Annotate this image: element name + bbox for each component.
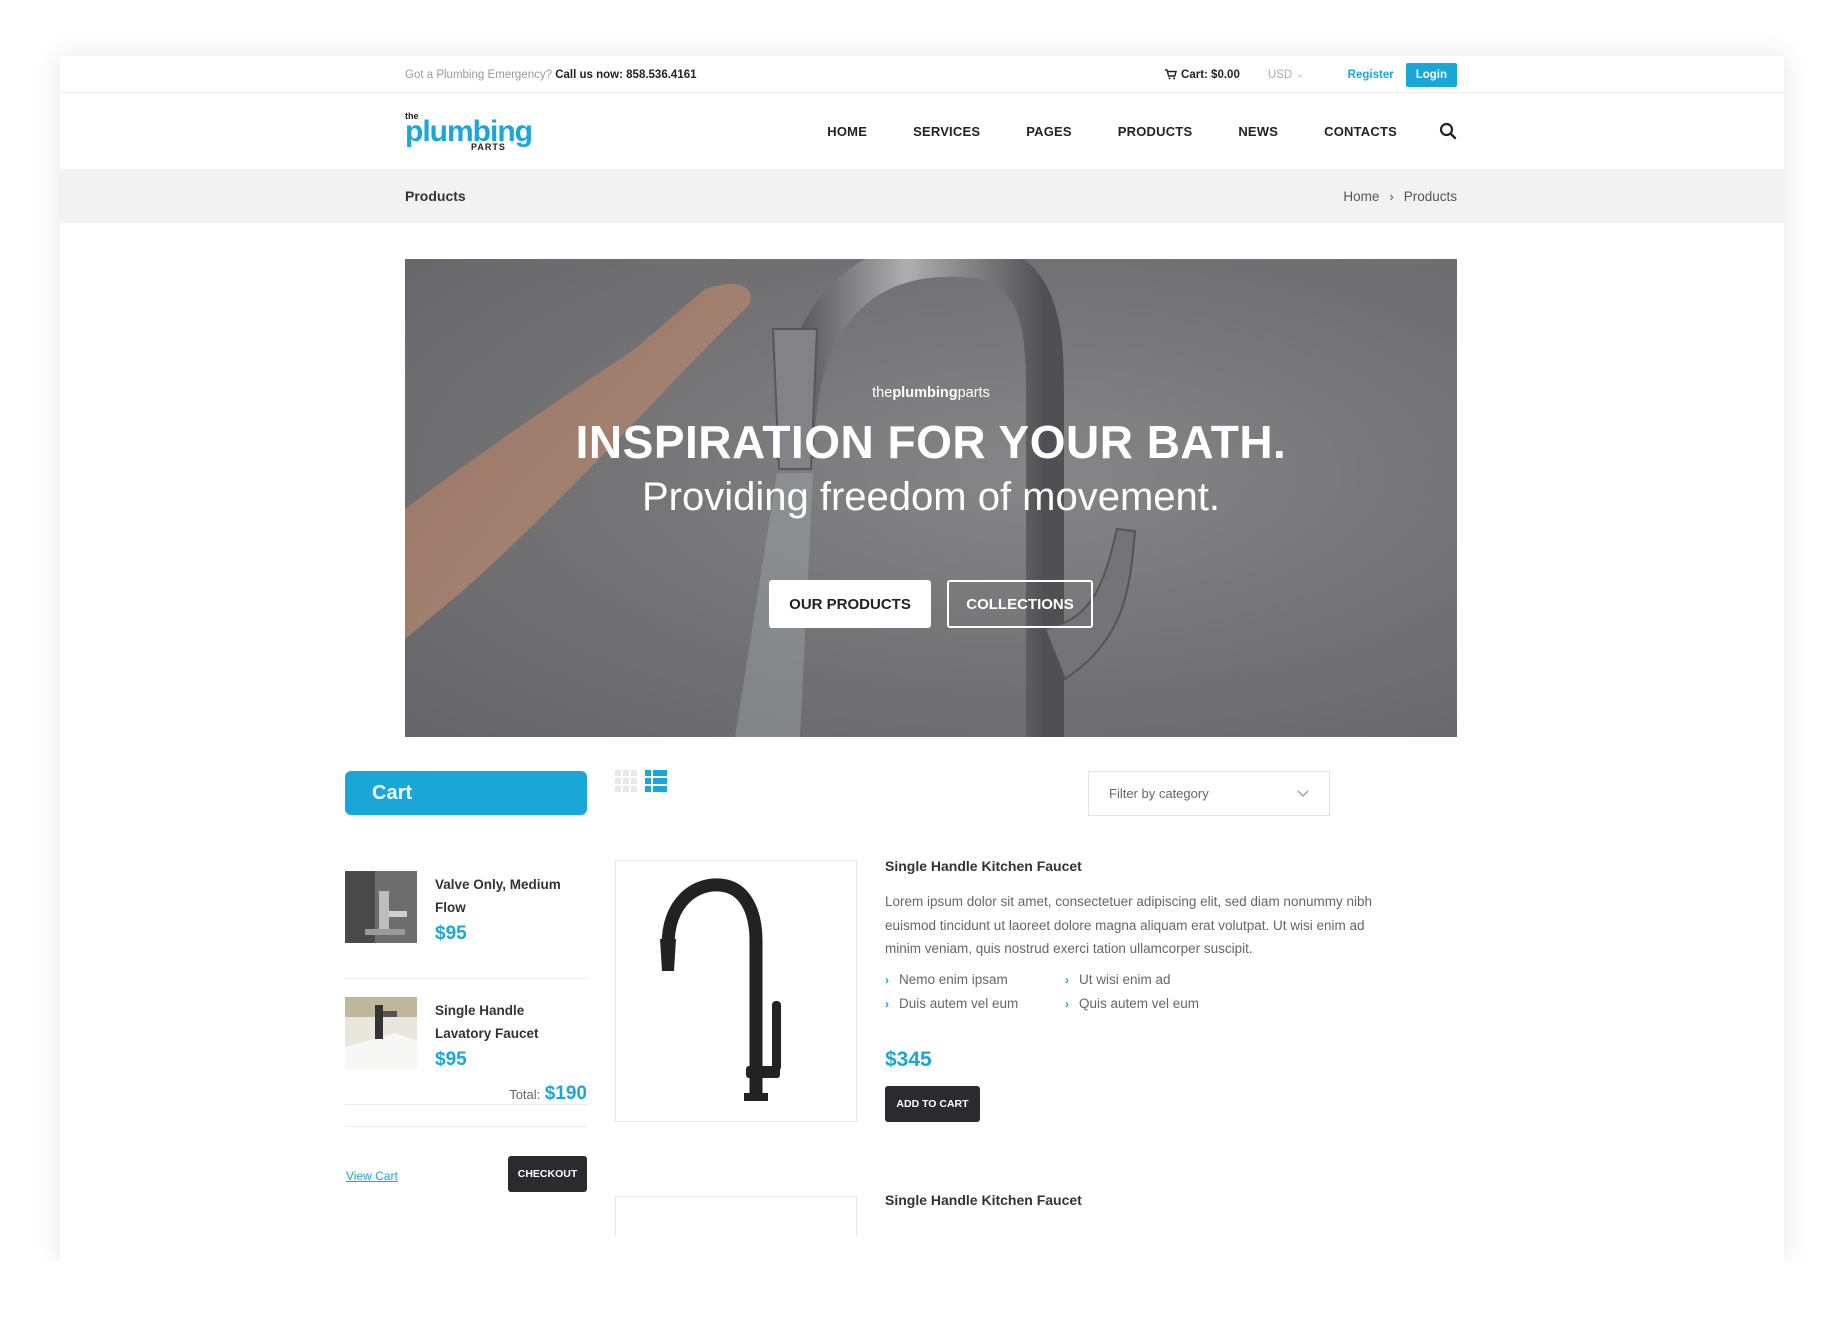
add-to-cart-button[interactable]: ADD TO CART <box>885 1086 980 1122</box>
chevron-right-icon: › <box>885 972 889 987</box>
top-actions: Cart: $0.00 USD ⌄ Register Login <box>1165 62 1457 87</box>
cart-icon <box>1165 69 1177 80</box>
hero-subheadline: Providing freedom of movement. <box>641 475 1221 519</box>
cart-item-thumbnail[interactable] <box>345 871 417 943</box>
mini-cart-link[interactable]: Cart: $0.00 <box>1165 69 1240 81</box>
chevron-right-icon: › <box>1065 996 1069 1011</box>
mini-cart-label: Cart: $0.00 <box>1181 68 1240 81</box>
feature-text: Ut wisi enim ad <box>1079 972 1171 987</box>
main-nav: HOME SERVICES PAGES PRODUCTS NEWS CONTAC… <box>781 122 1457 140</box>
grid-view-icon[interactable] <box>615 770 637 792</box>
emergency-text: Got a Plumbing Emergency? <box>405 68 553 81</box>
currency-select[interactable]: USD ⌄ <box>1268 69 1304 81</box>
hero-brand-prefix: the <box>872 385 893 401</box>
hero-headline: INSPIRATION FOR YOUR BATH. <box>575 416 1287 468</box>
our-products-button[interactable]: OUR PRODUCTS <box>769 580 931 628</box>
checkout-button[interactable]: CHECKOUT <box>508 1156 587 1192</box>
currency-value: USD <box>1267 68 1293 81</box>
list-view-icon[interactable] <box>645 770 667 792</box>
product-title[interactable]: Single Handle Kitchen Faucet <box>885 1192 1082 1208</box>
breadcrumb: Home › Products <box>1343 189 1457 204</box>
chevron-down-icon <box>1297 790 1309 797</box>
breadcrumb-home[interactable]: Home <box>1343 189 1379 204</box>
product-description: Lorem ipsum dolor sit amet, consectetuer… <box>885 894 1372 956</box>
chevron-right-icon: › <box>1065 972 1069 987</box>
nav-contacts[interactable]: CONTACTS <box>1324 124 1397 139</box>
nav-pages[interactable]: PAGES <box>1026 124 1072 139</box>
cart-item-price: $95 <box>435 923 467 944</box>
hero-buttons: OUR PRODUCTS COLLECTIONS <box>405 580 1457 628</box>
cart-total-value: $190 <box>544 1083 587 1104</box>
hero-brand-bold: plumbing <box>892 385 958 401</box>
page-frame: Got a Plumbing Emergency? Call us now: 8… <box>60 56 1784 1262</box>
product-image[interactable] <box>615 1196 857 1236</box>
hero-banner: theplumbingparts INSPIRATION FOR YOUR BA… <box>405 259 1457 737</box>
collections-button[interactable]: COLLECTIONS <box>947 580 1093 628</box>
logo-plumbing: plumbing <box>405 115 533 148</box>
search-icon[interactable] <box>1439 122 1457 140</box>
product-price: $345 <box>885 1048 932 1071</box>
breadcrumb-current: Products <box>1403 188 1457 204</box>
cart-item-thumbnail[interactable] <box>345 997 417 1069</box>
feature-item: › Nemo enim ipsam <box>885 972 1065 987</box>
top-bar: Got a Plumbing Emergency? Call us now: 8… <box>60 56 1784 93</box>
nav-products[interactable]: PRODUCTS <box>1118 124 1193 139</box>
nav-services[interactable]: SERVICES <box>913 124 980 139</box>
hero-brand-suffix: parts <box>957 385 990 401</box>
nav-news[interactable]: NEWS <box>1238 124 1278 139</box>
product-features: › Nemo enim ipsam › Ut wisi enim ad › Duis … <box>885 972 1245 1011</box>
cart-item[interactable]: Valve Only, Medium Flow $95 <box>345 871 587 979</box>
page-title: Products <box>405 188 466 204</box>
logo-parts: PARTS <box>471 142 506 152</box>
feature-text: Quis autem vel eum <box>1079 996 1200 1011</box>
page-bottom-margin <box>0 1262 1836 1320</box>
feature-text: Duis autem vel eum <box>899 996 1019 1011</box>
product-image[interactable] <box>615 860 857 1122</box>
feature-text: Nemo enim ipsam <box>899 972 1008 987</box>
product-title[interactable]: Single Handle Kitchen Faucet <box>885 858 1082 874</box>
cart-total-label: Total: <box>509 1087 541 1102</box>
chevron-right-icon: › <box>885 996 889 1011</box>
cart-item-price: $95 <box>435 1049 467 1070</box>
site-header: the plumbing PARTS HOME SERVICES PAGES P… <box>60 93 1784 169</box>
feature-item: › Duis autem vel eum <box>885 996 1065 1011</box>
category-filter-select[interactable]: Filter by category <box>1088 771 1330 816</box>
login-button[interactable]: Login <box>1405 62 1457 87</box>
chevron-down-icon: ⌄ <box>1296 69 1304 79</box>
cart-item-name[interactable]: Single Handle Lavatory Faucet <box>435 999 575 1045</box>
chevron-right-icon: › <box>1389 188 1394 204</box>
feature-item: › Ut wisi enim ad <box>1065 972 1245 987</box>
cart-item-name[interactable]: Valve Only, Medium Flow <box>435 873 575 919</box>
view-cart-link[interactable]: View Cart <box>346 1169 398 1183</box>
cart-widget-title: Cart <box>345 771 587 815</box>
feature-item: › Quis autem vel eum <box>1065 996 1245 1011</box>
site-logo[interactable]: the plumbing PARTS <box>405 109 533 153</box>
hero-brand: theplumbingparts <box>405 385 1457 401</box>
call-us-text: Call us now: 858.536.4161 <box>555 68 697 81</box>
register-link[interactable]: Register <box>1348 69 1394 81</box>
nav-home[interactable]: HOME <box>827 124 867 139</box>
filter-placeholder: Filter by category <box>1109 786 1209 801</box>
emergency-contact: Got a Plumbing Emergency? Call us now: 8… <box>405 69 697 81</box>
cart-total: Total: $190 <box>345 1083 587 1127</box>
breadcrumb-band: Products Home › Products <box>60 169 1784 223</box>
